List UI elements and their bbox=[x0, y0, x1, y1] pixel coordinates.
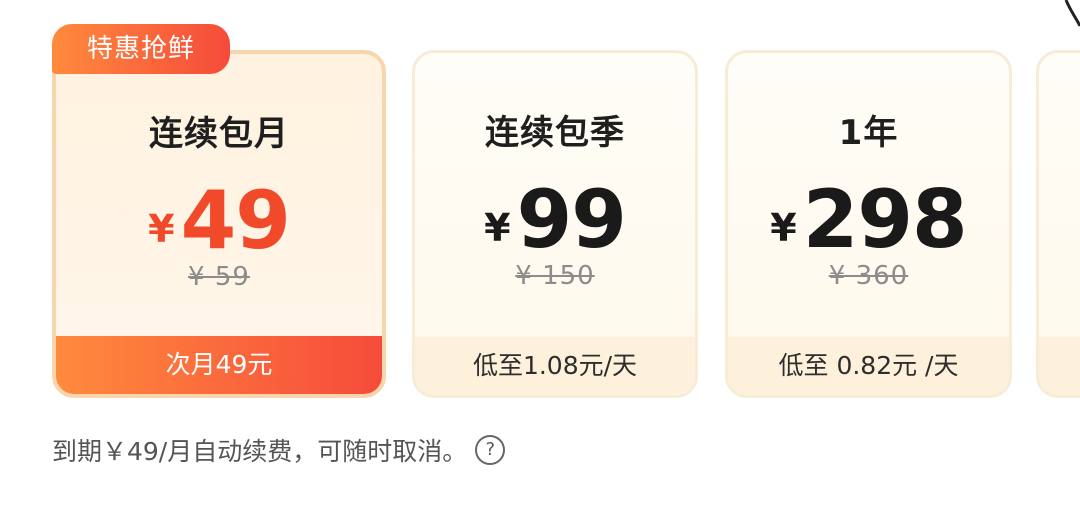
subscription-plan-picker: 特惠抢鲜 连续包月 ¥49 ¥ 59 次月49元 连续包季 ¥99 ¥ 150 … bbox=[0, 0, 1080, 505]
original-price: ¥ 59 bbox=[188, 262, 250, 292]
plan-card-yearly[interactable]: 1年 ¥298 ¥ 360 低至 0.82元 /天 bbox=[725, 50, 1012, 398]
original-price: ¥ 360 bbox=[828, 261, 909, 291]
plan-title: 连续包月 bbox=[149, 114, 289, 154]
plan-card-monthly[interactable]: 连续包月 ¥49 ¥ 59 次月49元 bbox=[52, 50, 386, 398]
plan-note: 次月49元 bbox=[56, 336, 382, 394]
help-circle-icon[interactable]: ? bbox=[475, 435, 506, 465]
currency-symbol: ¥ bbox=[484, 206, 511, 250]
plan-price: ¥49 bbox=[56, 174, 382, 267]
price-amount: 298 bbox=[802, 173, 968, 266]
currency-symbol: ¥ bbox=[148, 207, 175, 251]
promo-badge: 特惠抢鲜 bbox=[52, 24, 230, 74]
plan-title: 连续包季 bbox=[485, 113, 625, 153]
plan-card-partial[interactable] bbox=[1036, 50, 1080, 398]
auto-renew-text: 到期￥49/月自动续费，可随时取消。 bbox=[52, 437, 468, 466]
price-amount: 99 bbox=[516, 173, 627, 266]
plan-title: 1年 bbox=[838, 113, 899, 153]
plan-price: ¥99 bbox=[415, 173, 695, 266]
price-amount: 49 bbox=[180, 174, 291, 267]
plan-price: ¥298 bbox=[728, 173, 1009, 266]
original-price: ¥ 150 bbox=[515, 261, 595, 291]
plan-note-partial bbox=[1039, 337, 1080, 395]
currency-symbol: ¥ bbox=[770, 206, 797, 250]
edge-decoration-icon bbox=[1064, 0, 1080, 27]
plan-note: 低至1.08元/天 bbox=[415, 337, 695, 395]
auto-renew-footer: 到期￥49/月自动续费，可随时取消。 ? bbox=[52, 432, 506, 468]
plan-card-quarterly[interactable]: 连续包季 ¥99 ¥ 150 低至1.08元/天 bbox=[412, 50, 698, 398]
plan-note: 低至 0.82元 /天 bbox=[728, 337, 1009, 395]
